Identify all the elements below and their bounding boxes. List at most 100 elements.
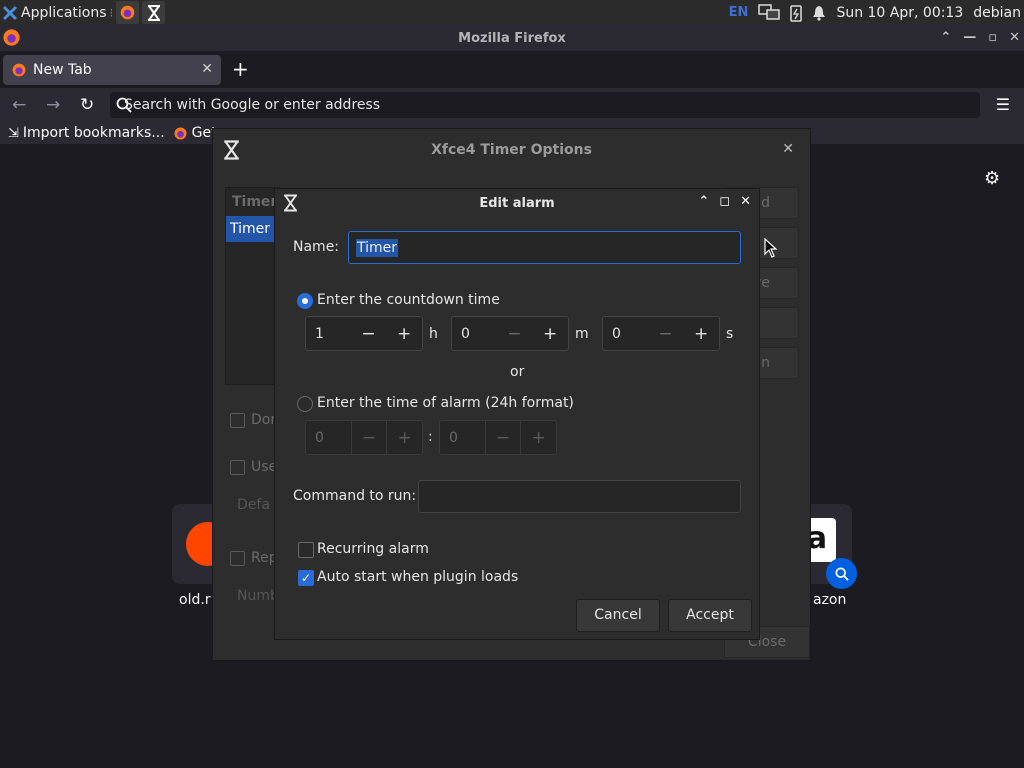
default-label: Defa	[237, 497, 270, 513]
window-maximize-icon[interactable]: ▫	[988, 30, 997, 45]
reload-icon[interactable]: ↻	[80, 95, 94, 115]
name-label: Name:	[293, 239, 340, 255]
autostart-checkbox[interactable]: ✓	[298, 570, 314, 586]
bookmark-label: Import bookmarks...	[22, 125, 165, 141]
accept-button[interactable]: Accept	[668, 599, 752, 632]
alarm-hours-increment-button[interactable]: +	[386, 421, 422, 454]
alarm-hours-decrement-button[interactable]: −	[350, 421, 387, 454]
alarm-title: Edit alarm	[479, 195, 555, 211]
autostart-label[interactable]: Auto start when plugin loads	[317, 569, 518, 585]
window-shade-icon[interactable]: ⌃	[940, 30, 951, 45]
timer-list-row[interactable]: Timer	[226, 216, 279, 242]
seconds-spinner[interactable]: 0 − +	[602, 316, 720, 351]
hours-spinner[interactable]: 1 − +	[305, 316, 423, 351]
minutes-decrement-button[interactable]: −	[497, 317, 533, 350]
hours-value[interactable]: 1	[306, 326, 351, 342]
name-value: Timer	[356, 238, 399, 257]
countdown-label[interactable]: Enter the countdown time	[317, 292, 500, 308]
minutes-value[interactable]: 0	[452, 326, 497, 342]
hourglass-icon	[224, 140, 239, 160]
hours-decrement-button[interactable]: −	[351, 317, 387, 350]
edit-alarm-dialog: Edit alarm ⌃ ◻ ✕ Name: Timer Enter the c…	[274, 188, 760, 640]
address-placeholder: Search with Google or enter address	[124, 97, 381, 113]
options-titlebar: Xfce4 Timer Options ✕	[213, 129, 810, 171]
checkbox-box	[230, 412, 245, 428]
minutes-unit: m	[575, 326, 589, 342]
alarm-hours-value[interactable]: 0	[306, 430, 351, 446]
xfce-logo-icon	[2, 5, 18, 20]
close-icon[interactable]: ✕	[740, 194, 751, 209]
keyboard-layout-indicator[interactable]: EN	[729, 5, 749, 20]
command-label: Command to run:	[293, 488, 417, 504]
alarm-time-radio[interactable]	[297, 396, 313, 412]
user-name[interactable]: debian	[973, 5, 1021, 21]
new-tab-plus-icon[interactable]: +	[232, 57, 249, 81]
import-icon: ⇲	[8, 125, 19, 141]
shade-icon[interactable]: ⌃	[698, 194, 709, 209]
taskbar-firefox-button[interactable]	[116, 1, 140, 24]
newtab-settings-gear-icon[interactable]: ⚙	[984, 168, 1000, 189]
firefox-icon	[121, 5, 135, 20]
firefox-logo-icon	[3, 29, 20, 46]
network-icon[interactable]	[758, 3, 781, 22]
or-label: or	[510, 364, 525, 380]
alarm-time-label[interactable]: Enter the time of alarm (24h format)	[317, 395, 574, 411]
firefox-tab-icon	[12, 63, 26, 77]
timer-list-header: Timer	[232, 194, 278, 210]
seconds-decrement-button[interactable]: −	[648, 317, 684, 350]
name-input[interactable]: Timer	[348, 231, 741, 264]
options-title: Xfce4 Timer Options	[431, 142, 592, 158]
notification-bell-icon[interactable]	[812, 5, 826, 21]
shortcut-label-reddit: old.r	[179, 592, 211, 608]
alarm-minutes-value[interactable]: 0	[440, 430, 485, 446]
minutes-spinner[interactable]: 0 − +	[451, 316, 569, 351]
hours-unit: h	[429, 326, 438, 342]
option-checkbox-use[interactable]: Use	[230, 459, 277, 475]
battery-icon[interactable]	[790, 4, 803, 22]
option-checkbox-dont[interactable]: Don	[230, 412, 279, 428]
time-colon: :	[428, 429, 433, 445]
command-input[interactable]	[418, 480, 741, 513]
alarm-hours-spinner[interactable]: 0 − +	[305, 420, 423, 455]
window-minimize-icon[interactable]: —	[963, 30, 976, 45]
seconds-value[interactable]: 0	[603, 326, 648, 342]
tab-close-icon[interactable]: ✕	[201, 61, 213, 77]
search-shortcut-badge-icon	[826, 558, 857, 589]
option-checkbox-repeat[interactable]: Rep	[230, 550, 278, 566]
checkbox-box	[230, 550, 245, 566]
hourglass-icon	[284, 194, 297, 212]
window-title: Mozilla Firefox	[458, 30, 566, 46]
recurring-checkbox[interactable]	[298, 542, 314, 558]
address-bar[interactable]: Search with Google or enter address	[110, 92, 980, 118]
firefox-titlebar: Mozilla Firefox ⌃ — ▫ ✕	[0, 25, 1024, 51]
countdown-radio[interactable]	[297, 293, 313, 309]
mouse-cursor-icon	[764, 238, 778, 258]
alarm-minutes-decrement-button[interactable]: −	[484, 421, 521, 454]
recurring-label[interactable]: Recurring alarm	[317, 541, 429, 557]
tab-bar: New Tab ✕ +	[0, 51, 1024, 88]
shortcut-label-amazon: azon	[813, 592, 847, 608]
hamburger-menu-icon[interactable]: ☰	[996, 95, 1010, 114]
options-close-icon[interactable]: ✕	[782, 141, 794, 157]
timer-list[interactable]: Timer Timer	[225, 187, 280, 385]
hours-increment-button[interactable]: +	[386, 317, 422, 350]
back-arrow-icon[interactable]: ←	[12, 95, 26, 115]
number-label: Numb	[237, 588, 279, 604]
taskbar-timer-button[interactable]	[142, 1, 166, 24]
firefox-bookmark-icon	[174, 127, 187, 139]
cancel-button[interactable]: Cancel	[576, 599, 660, 632]
applications-menu[interactable]: Applications ⁝	[0, 0, 113, 25]
top-panel: Applications ⁝ EN Sun 10 Apr, 00:13 debi…	[0, 0, 1024, 25]
menu-separator-icon: ⁝	[109, 5, 114, 20]
clock[interactable]: Sun 10 Apr, 00:13	[836, 5, 963, 21]
bookmark-get-started[interactable]: Get	[173, 125, 217, 141]
seconds-increment-button[interactable]: +	[683, 317, 719, 350]
bookmark-import[interactable]: ⇲ Import bookmarks...	[8, 125, 165, 141]
tab-new-tab[interactable]: New Tab ✕	[3, 55, 221, 85]
alarm-minutes-spinner[interactable]: 0 − +	[439, 420, 557, 455]
forward-arrow-icon[interactable]: →	[46, 95, 60, 115]
window-close-icon[interactable]: ✕	[1009, 30, 1020, 45]
alarm-minutes-increment-button[interactable]: +	[520, 421, 556, 454]
minutes-increment-button[interactable]: +	[532, 317, 568, 350]
maximize-icon[interactable]: ◻	[719, 194, 730, 209]
